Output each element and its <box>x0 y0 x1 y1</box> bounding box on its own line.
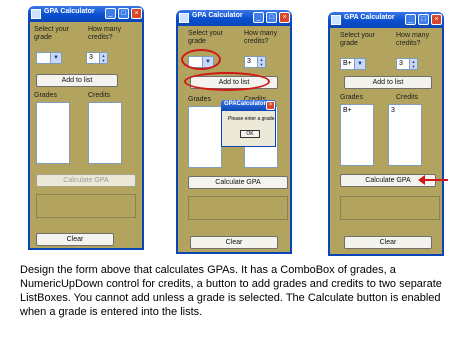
credits-value: 3 <box>247 58 251 65</box>
app-icon <box>331 15 341 25</box>
form-client: Select your grade How many credits? B+ ▼… <box>328 28 444 256</box>
spin-arrows-icon[interactable]: ▲ ▼ <box>257 57 265 67</box>
credits-listbox[interactable] <box>88 102 122 164</box>
clear-button[interactable]: Clear <box>190 236 278 249</box>
add-to-list-button[interactable]: Add to list <box>36 74 118 87</box>
credits-label: How many credits? <box>244 30 278 45</box>
dialog-body: Please enter a grade. OK <box>221 111 276 147</box>
arrow-indicator-icon <box>418 175 448 185</box>
dialog-title: GPACalculator <box>224 101 266 107</box>
maximize-icon[interactable]: □ <box>118 8 129 19</box>
description-text: Design the form above that calculates GP… <box>20 264 442 318</box>
gpa-result-box <box>188 196 288 220</box>
close-icon[interactable]: × <box>131 8 142 19</box>
chevron-down-icon[interactable]: ▼ <box>354 59 365 69</box>
minimize-icon[interactable]: _ <box>105 8 116 19</box>
credits-header: Credits <box>396 94 419 101</box>
credits-listbox[interactable]: 3 <box>388 104 422 166</box>
window-title: GPA Calculator <box>192 12 243 19</box>
maximize-icon[interactable]: □ <box>266 12 277 23</box>
credits-value: 3 <box>89 54 93 61</box>
window-titlebar: GPA Calculator _ □ × <box>28 6 144 22</box>
credits-label: How many credits? <box>396 32 430 47</box>
form-client: Select your grade How many credits? ▼ 3 … <box>28 22 144 250</box>
clear-button[interactable]: Clear <box>344 236 432 249</box>
grade-combobox[interactable]: B+ ▼ <box>340 58 366 70</box>
grades-list-item[interactable]: B+ <box>343 107 352 114</box>
credits-label: How many credits? <box>88 26 122 41</box>
gpa-result-box <box>340 196 440 220</box>
close-icon[interactable]: × <box>431 14 442 25</box>
credits-header: Credits <box>88 92 111 99</box>
grade-combobox[interactable]: ▼ <box>36 52 62 64</box>
window-titlebar: GPA Calculator _ □ × <box>328 12 444 28</box>
message-dialog: GPACalculator × Please enter a grade. OK <box>221 100 276 147</box>
highlight-ring-combobox <box>181 49 221 70</box>
clear-button[interactable]: Clear <box>36 233 114 246</box>
grade-label: Select your grade <box>340 32 376 47</box>
grades-listbox[interactable] <box>188 106 222 168</box>
maximize-icon[interactable]: □ <box>418 14 429 25</box>
spin-arrows-icon[interactable]: ▲ ▼ <box>409 59 417 69</box>
credits-numericupdown[interactable]: 3 ▲ ▼ <box>244 56 266 68</box>
credits-numericupdown[interactable]: 3 ▲ ▼ <box>396 58 418 70</box>
credits-numericupdown[interactable]: 3 ▲ ▼ <box>86 52 108 64</box>
minimize-icon[interactable]: _ <box>253 12 264 23</box>
grades-header: Grades <box>340 94 363 101</box>
minimize-icon[interactable]: _ <box>405 14 416 25</box>
gpa-window-1: GPA Calculator _ □ × Select your grade H… <box>28 6 144 250</box>
grade-label: Select your grade <box>34 26 70 41</box>
spin-arrows-icon[interactable]: ▲ ▼ <box>99 53 107 63</box>
calculate-gpa-button[interactable]: Calculate GPA <box>188 176 288 189</box>
app-icon <box>179 13 189 23</box>
grade-value: B+ <box>343 60 352 67</box>
app-icon <box>31 9 41 19</box>
grades-listbox[interactable] <box>36 102 70 164</box>
close-icon[interactable]: × <box>266 101 275 110</box>
add-to-list-button[interactable]: Add to list <box>344 76 432 89</box>
close-icon[interactable]: × <box>279 12 290 23</box>
dialog-titlebar: GPACalculator × <box>221 100 276 111</box>
grades-listbox[interactable]: B+ <box>340 104 374 166</box>
gpa-result-box <box>36 194 136 218</box>
ok-button[interactable]: OK <box>240 130 260 138</box>
credits-value: 3 <box>399 60 403 67</box>
calculate-gpa-button[interactable]: Calculate GPA <box>36 174 136 187</box>
dialog-message: Please enter a grade. <box>228 116 276 122</box>
window-titlebar: GPA Calculator _ □ × <box>176 10 292 26</box>
grades-header: Grades <box>188 96 211 103</box>
window-title: GPA Calculator <box>44 8 95 15</box>
window-title: GPA Calculator <box>344 14 395 21</box>
grades-header: Grades <box>34 92 57 99</box>
credits-list-item[interactable]: 3 <box>391 107 395 114</box>
highlight-ring-add-button <box>184 72 270 91</box>
chevron-down-icon[interactable]: ▼ <box>50 53 61 63</box>
gpa-window-3: GPA Calculator _ □ × Select your grade H… <box>328 12 444 256</box>
grade-label: Select your grade <box>188 30 224 45</box>
